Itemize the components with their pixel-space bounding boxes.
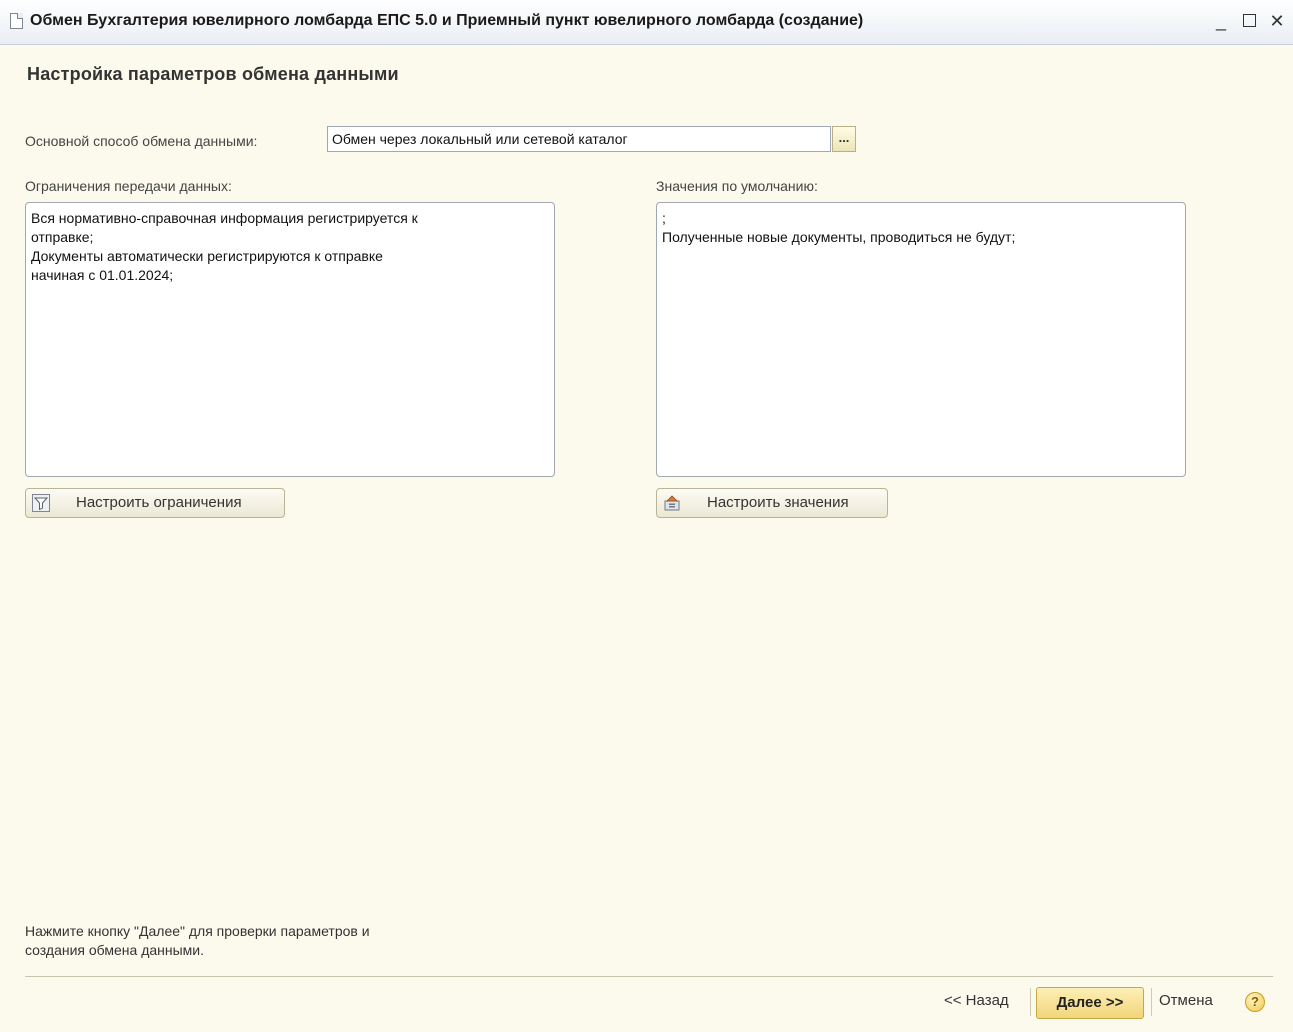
maximize-icon: [1242, 14, 1256, 27]
hint-line: Нажмите кнопку "Далее" для проверки пара…: [25, 923, 370, 939]
configure-defaults-label: Настроить значения: [707, 494, 849, 511]
hint-text: Нажмите кнопку "Далее" для проверки пара…: [25, 922, 525, 960]
toolbar-divider: [1151, 988, 1152, 1016]
settings-icon: [664, 495, 680, 511]
defaults-label: Значения по умолчанию:: [656, 178, 818, 194]
configure-restrictions-button[interactable]: Настроить ограничения: [25, 488, 285, 518]
help-icon[interactable]: ?: [1245, 992, 1265, 1012]
window-titlebar: Обмен Бухгалтерия ювелирного ломбарда ЕП…: [0, 0, 1293, 45]
next-button[interactable]: Далее >>: [1036, 987, 1144, 1019]
exchange-method-choose-button[interactable]: ...: [832, 126, 856, 152]
configure-restrictions-label: Настроить ограничения: [76, 494, 242, 511]
defaults-text-area[interactable]: ; Полученные новые документы, проводитьс…: [656, 202, 1186, 477]
footer-divider: [25, 976, 1273, 977]
maximize-button[interactable]: [1238, 9, 1260, 33]
exchange-method-label: Основной способ обмена данными:: [25, 133, 258, 149]
hint-line: создания обмена данными.: [25, 942, 205, 958]
document-icon: [10, 13, 23, 29]
restrictions-text-area[interactable]: Вся нормативно-справочная информация рег…: [25, 202, 555, 477]
minimize-button[interactable]: _: [1210, 9, 1232, 33]
restrictions-label: Ограничения передачи данных:: [25, 178, 232, 194]
close-button[interactable]: ✕: [1266, 9, 1288, 33]
page-title: Настройка параметров обмена данными: [27, 64, 399, 84]
cancel-button[interactable]: Отмена: [1159, 992, 1213, 1009]
window-title: Обмен Бухгалтерия ювелирного ломбарда ЕП…: [30, 12, 864, 29]
toolbar-divider: [1030, 988, 1031, 1016]
exchange-method-input[interactable]: [327, 126, 831, 152]
configure-defaults-button[interactable]: Настроить значения: [656, 488, 888, 518]
back-button[interactable]: << Назад: [944, 992, 1009, 1009]
filter-icon: [32, 494, 50, 512]
